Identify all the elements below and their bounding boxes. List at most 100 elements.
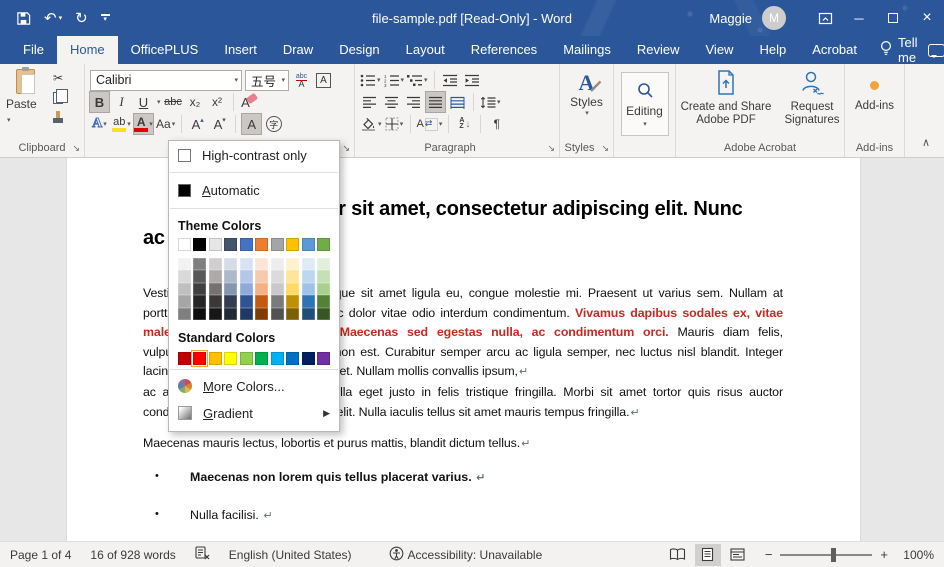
zoom-slider-thumb[interactable]	[831, 548, 836, 562]
grow-font-button[interactable]: A▴	[188, 114, 207, 134]
tab-design[interactable]: Design	[326, 36, 392, 64]
tab-draw[interactable]: Draw	[270, 36, 326, 64]
standard-color-swatch-selected[interactable]	[193, 352, 206, 365]
user-name[interactable]: Maggie	[709, 11, 752, 26]
theme-color-variant-swatch[interactable]	[178, 295, 191, 307]
zoom-in-button[interactable]: +	[880, 547, 888, 562]
standard-color-swatch[interactable]	[240, 352, 253, 365]
standard-color-swatch[interactable]	[255, 352, 268, 365]
theme-color-variant-swatch[interactable]	[271, 283, 284, 295]
theme-color-variant-swatch[interactable]	[255, 308, 268, 320]
theme-color-variant-swatch[interactable]	[271, 258, 284, 270]
theme-color-variant-swatch[interactable]	[193, 258, 206, 270]
theme-color-variant-swatch[interactable]	[240, 295, 253, 307]
print-layout-view-button[interactable]	[695, 544, 721, 566]
web-layout-view-button[interactable]	[725, 544, 751, 566]
clipboard-dialog-launcher-icon[interactable]: ↘	[72, 144, 80, 153]
theme-color-variant-swatch[interactable]	[271, 270, 284, 282]
align-right-button[interactable]	[404, 92, 423, 112]
increase-indent-button[interactable]	[463, 70, 482, 90]
shading-button[interactable]: ▾	[360, 114, 382, 134]
more-colors-item[interactable]: More Colors...	[169, 373, 339, 400]
theme-color-variant-swatch[interactable]	[255, 258, 268, 270]
superscript-button[interactable]: x²	[208, 92, 227, 112]
align-left-button[interactable]	[360, 92, 379, 112]
maximize-button[interactable]	[876, 0, 910, 36]
standard-color-swatch[interactable]	[317, 352, 330, 365]
theme-color-variant-swatch[interactable]	[240, 270, 253, 282]
zoom-level[interactable]: 100%	[896, 548, 934, 562]
tab-help[interactable]: Help	[746, 36, 799, 64]
minimize-button[interactable]: ─	[842, 0, 876, 36]
theme-color-variant-swatch[interactable]	[317, 283, 330, 295]
theme-color-variant-swatch[interactable]	[209, 258, 222, 270]
ribbon-display-options-icon[interactable]	[808, 0, 842, 36]
tab-file[interactable]: File	[10, 36, 57, 64]
tab-mailings[interactable]: Mailings	[550, 36, 624, 64]
standard-color-swatch[interactable]	[286, 352, 299, 365]
accessibility-status[interactable]: Accessibility: Unavailable	[389, 546, 543, 564]
standard-color-swatch[interactable]	[302, 352, 315, 365]
font-dialog-launcher-icon[interactable]: ↘	[342, 144, 350, 153]
decrease-indent-button[interactable]	[441, 70, 460, 90]
theme-color-variant-swatch[interactable]	[193, 308, 206, 320]
text-effects-button[interactable]: A▾	[90, 114, 109, 134]
theme-color-swatch[interactable]	[178, 238, 191, 251]
redo-button[interactable]: ↻	[75, 9, 88, 27]
theme-color-swatch[interactable]	[271, 238, 284, 251]
theme-color-variant-swatch[interactable]	[286, 295, 299, 307]
bullets-button[interactable]: ▾	[360, 70, 381, 90]
standard-color-swatch[interactable]	[178, 352, 191, 365]
theme-color-variant-swatch[interactable]	[302, 270, 315, 282]
tab-insert[interactable]: Insert	[211, 36, 270, 64]
theme-color-variant-swatch[interactable]	[317, 270, 330, 282]
automatic-color-item[interactable]: Automatic	[169, 176, 339, 205]
bold-button[interactable]: B	[90, 92, 109, 112]
theme-color-variant-swatch[interactable]	[224, 308, 237, 320]
theme-color-variant-swatch[interactable]	[178, 283, 191, 295]
theme-color-variant-swatch[interactable]	[193, 270, 206, 282]
word-count[interactable]: 16 of 928 words	[90, 548, 175, 562]
underline-button[interactable]: U	[134, 92, 153, 112]
proofing-status-icon[interactable]	[195, 546, 210, 563]
collapse-ribbon-button[interactable]: ∧	[922, 136, 930, 149]
editing-button[interactable]: Editing ▾	[621, 72, 669, 136]
zoom-slider[interactable]	[780, 554, 872, 556]
paragraph-dialog-launcher-icon[interactable]: ↘	[547, 144, 555, 153]
borders-button[interactable]: ▾	[385, 114, 404, 134]
theme-color-variant-swatch[interactable]	[271, 308, 284, 320]
theme-color-swatch[interactable]	[302, 238, 315, 251]
shrink-font-button[interactable]: A▾	[210, 114, 229, 134]
tab-references[interactable]: References	[458, 36, 550, 64]
theme-color-variant-swatch[interactable]	[255, 283, 268, 295]
subscript-button[interactable]: x₂	[186, 92, 205, 112]
language-indicator[interactable]: English (United States)	[229, 548, 352, 562]
request-signatures-button[interactable]: Request Signatures	[780, 69, 844, 128]
theme-color-swatch[interactable]	[255, 238, 268, 251]
theme-color-variant-swatch[interactable]	[209, 270, 222, 282]
phonetic-guide-button[interactable]: abcA	[292, 70, 311, 90]
multilevel-list-button[interactable]: ▾	[407, 70, 428, 90]
gradient-item[interactable]: Gradient ▶	[169, 400, 339, 427]
tab-acrobat[interactable]: Acrobat	[799, 36, 870, 64]
styles-dialog-launcher-icon[interactable]: ↘	[601, 144, 609, 153]
user-avatar[interactable]: M	[762, 6, 786, 30]
theme-color-variant-swatch[interactable]	[193, 283, 206, 295]
theme-color-variant-swatch[interactable]	[178, 270, 191, 282]
distribute-button[interactable]	[448, 92, 467, 112]
change-case-button[interactable]: Aa▾	[156, 114, 175, 134]
tab-review[interactable]: Review	[624, 36, 693, 64]
theme-color-variant-swatch[interactable]	[317, 295, 330, 307]
zoom-out-button[interactable]: −	[765, 547, 773, 562]
character-shading-button[interactable]: A	[242, 114, 261, 134]
theme-color-variant-swatch[interactable]	[255, 295, 268, 307]
clear-formatting-button[interactable]: A	[240, 92, 259, 112]
strikethrough-button[interactable]: abc	[164, 92, 183, 112]
theme-color-variant-swatch[interactable]	[286, 270, 299, 282]
justify-button[interactable]	[426, 92, 445, 112]
paste-button[interactable]: Paste ▾	[6, 69, 44, 127]
page-indicator[interactable]: Page 1 of 4	[10, 548, 71, 562]
theme-color-variant-swatch[interactable]	[302, 258, 315, 270]
high-contrast-only-item[interactable]: High-contrast only	[169, 141, 339, 169]
standard-color-swatch[interactable]	[271, 352, 284, 365]
